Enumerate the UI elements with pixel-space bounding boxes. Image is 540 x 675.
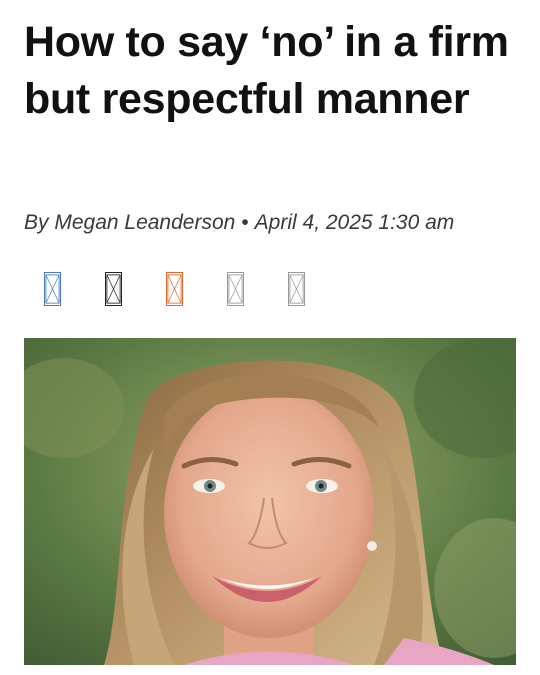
publish-date: April 4, 2025 1:30 am xyxy=(254,211,455,234)
email-share-icon[interactable] xyxy=(227,272,244,306)
article-byline: By Megan Leanderson • April 4, 2025 1:30 a… xyxy=(24,211,454,235)
reddit-share-icon[interactable] xyxy=(166,272,183,306)
author-name[interactable]: By Megan Leanderson xyxy=(24,211,235,234)
print-share-icon[interactable] xyxy=(288,272,305,306)
facebook-share-icon[interactable] xyxy=(44,272,61,306)
byline-separator: • xyxy=(241,211,249,234)
article-title: How to say ‘no’ in a firm but respectful… xyxy=(24,18,509,123)
author-portrait-image xyxy=(24,338,516,665)
x-share-icon[interactable] xyxy=(105,272,122,306)
